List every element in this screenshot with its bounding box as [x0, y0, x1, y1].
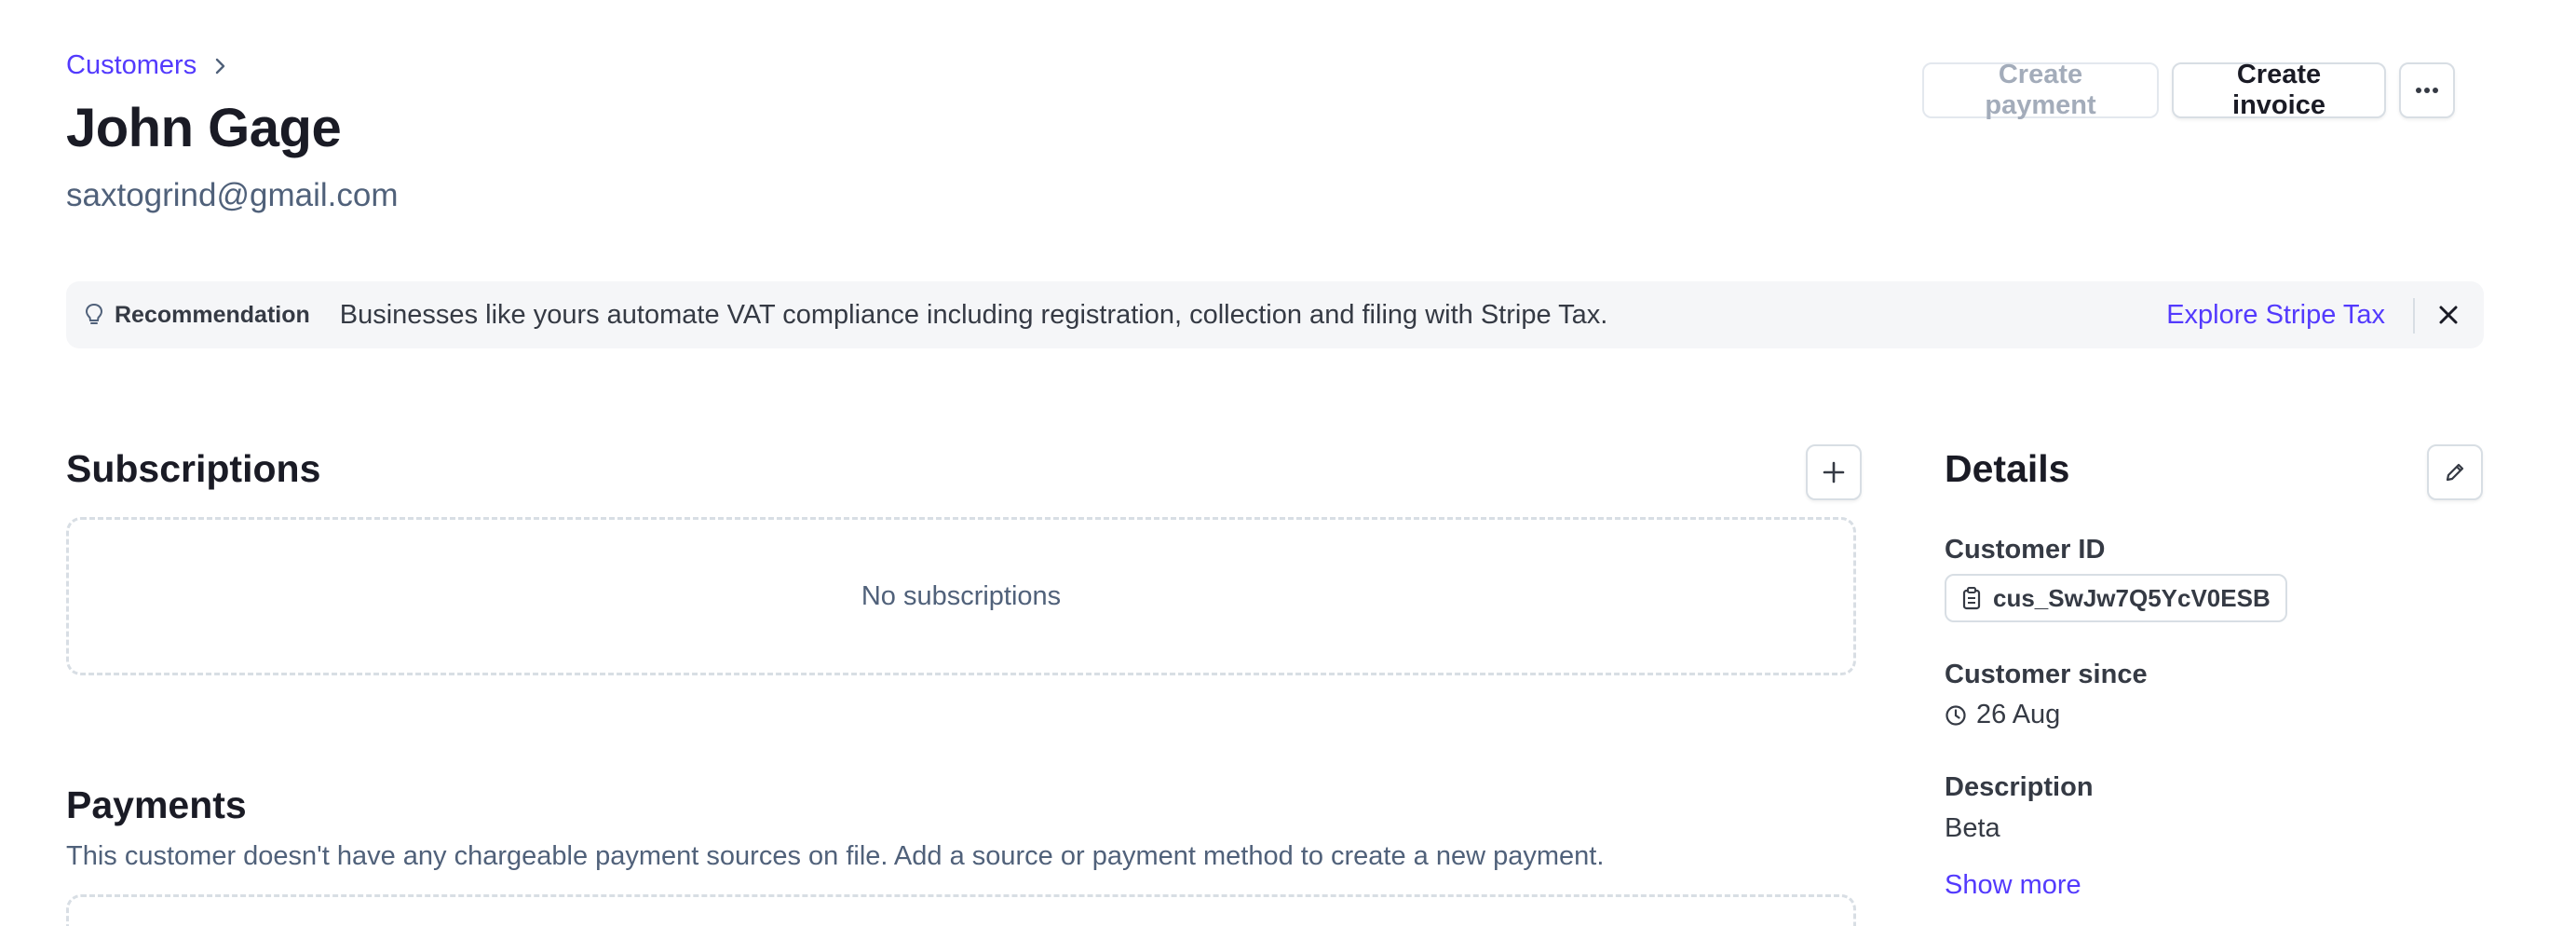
recommendation-text: Businesses like yours automate VAT compl…	[339, 299, 1608, 330]
chevron-right-icon	[210, 56, 230, 76]
customer-since-value: 26 Aug	[1976, 700, 2061, 729]
details-title: Details	[1945, 447, 2070, 490]
recommendation-banner: Recommendation Businesses like yours aut…	[66, 281, 2484, 348]
clipboard-icon	[1961, 586, 1982, 610]
create-invoice-button[interactable]: Create invoice	[2172, 60, 2386, 120]
subscriptions-empty-state: No subscriptions	[66, 517, 1856, 675]
add-subscription-button[interactable]	[1806, 444, 1862, 500]
lightbulb-icon	[83, 302, 105, 328]
description-value: Beta	[1945, 813, 2000, 843]
breadcrumb-customers-link[interactable]: Customers	[66, 50, 197, 81]
banner-divider	[2413, 298, 2415, 334]
page-title: John Gage	[66, 98, 342, 158]
recommendation-label: Recommendation	[115, 301, 310, 328]
more-actions-button[interactable]	[2399, 62, 2455, 118]
payments-empty-state	[66, 894, 1856, 926]
breadcrumb: Customers	[66, 50, 230, 81]
explore-stripe-tax-link[interactable]: Explore Stripe Tax	[2166, 300, 2385, 331]
clock-icon	[1945, 704, 1967, 727]
customer-since-row: 26 Aug	[1945, 700, 2060, 730]
plus-icon	[1822, 460, 1846, 484]
customer-email: saxtogrind@gmail.com	[66, 177, 399, 213]
payments-description: This customer doesn't have any chargeabl…	[66, 841, 1605, 871]
customer-page: Customers John Gage saxtogrind@gmail.com…	[0, 0, 2576, 926]
description-label: Description	[1945, 772, 2094, 802]
payments-title: Payments	[66, 783, 247, 826]
customer-since-label: Customer since	[1945, 660, 2148, 689]
pencil-icon	[2444, 461, 2466, 483]
close-icon[interactable]	[2435, 302, 2461, 328]
subscriptions-title: Subscriptions	[66, 447, 321, 490]
create-payment-button[interactable]: Create payment	[1922, 60, 2159, 120]
customer-id-value: cus_SwJw7Q5YcV0ESB	[1993, 583, 2271, 612]
customer-id-copy-chip[interactable]: cus_SwJw7Q5YcV0ESB	[1945, 574, 2287, 622]
ellipsis-icon	[2415, 87, 2439, 94]
header-actions: Create payment Create invoice	[1922, 60, 2455, 120]
customer-id-label: Customer ID	[1945, 535, 2106, 565]
edit-details-button[interactable]	[2427, 444, 2483, 500]
show-more-link[interactable]: Show more	[1945, 870, 2081, 901]
no-subscriptions-text: No subscriptions	[861, 580, 1062, 611]
